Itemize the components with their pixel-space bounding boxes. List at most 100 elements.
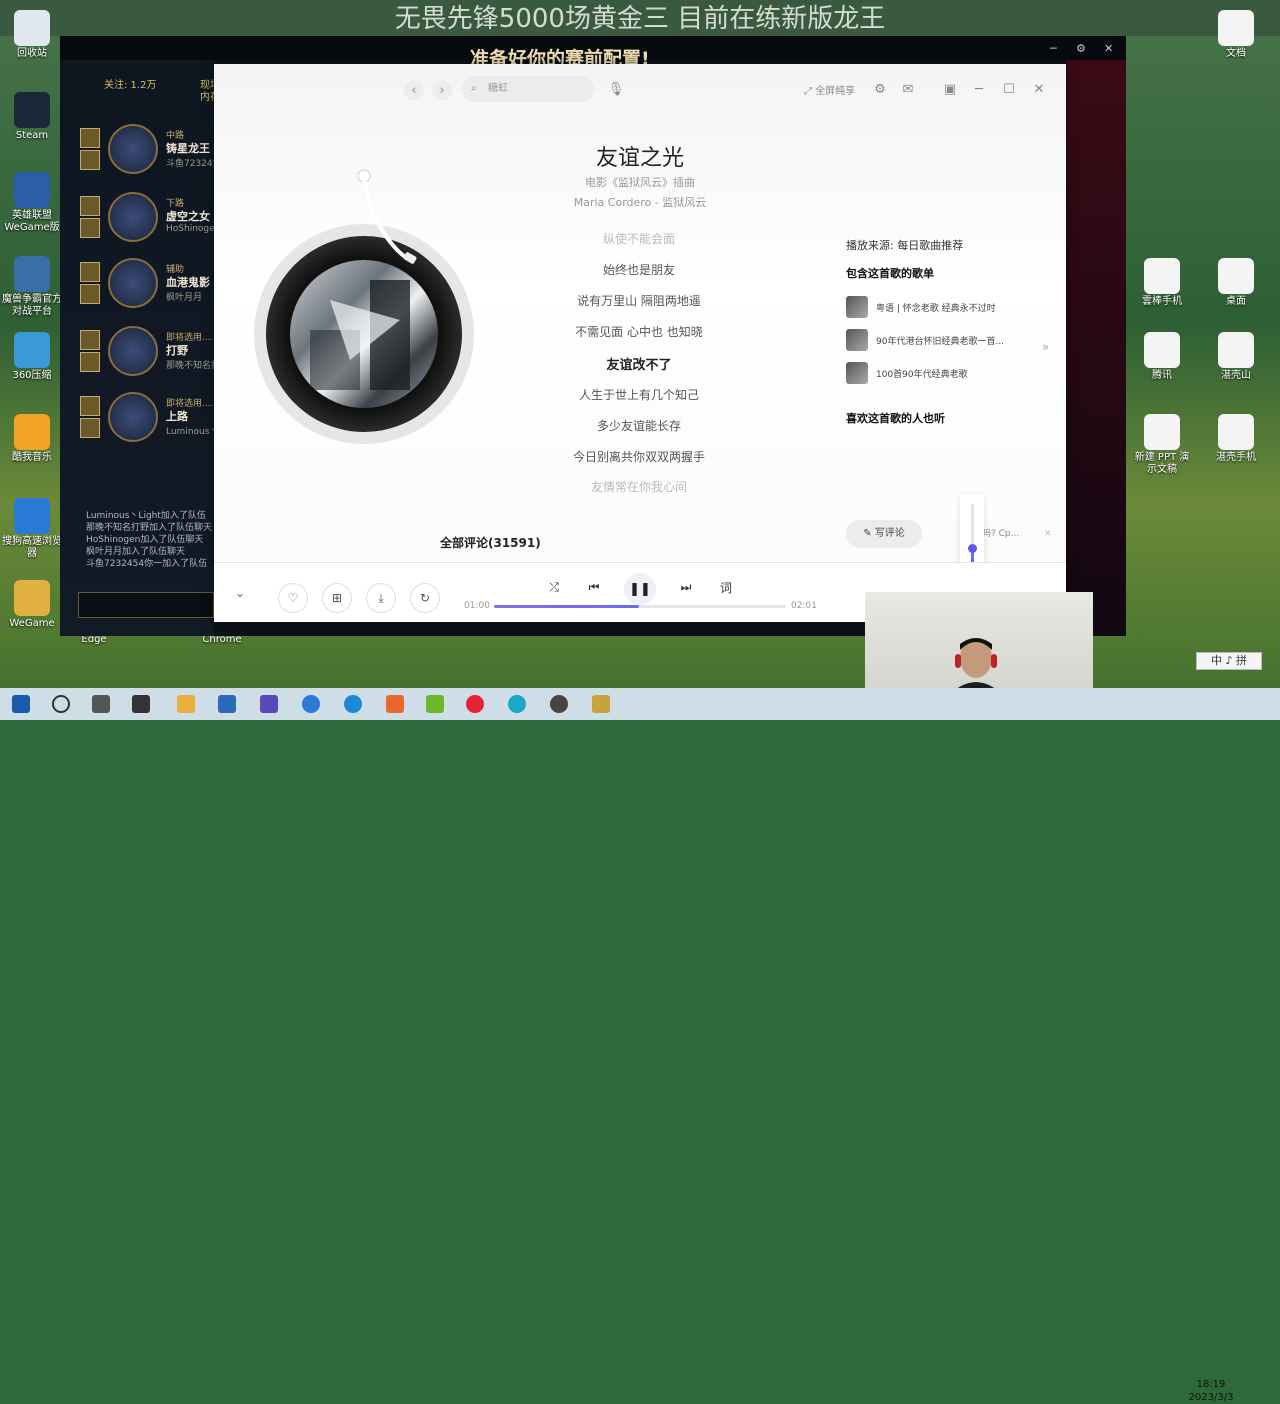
lol-minimize-icon[interactable]: ─ — [1050, 42, 1057, 55]
team-player[interactable]: 中路 铸星龙王 斗鱼7232454 — [80, 124, 222, 186]
obs-icon[interactable] — [550, 695, 568, 713]
share-icon[interactable]: ↻ — [410, 583, 440, 613]
maximize-icon[interactable]: ☐ — [999, 79, 1019, 99]
lyric-line[interactable]: 友情常在你我心间 — [544, 478, 734, 495]
edge-icon[interactable] — [344, 695, 362, 713]
music-player-window: ‹ › ⌕ 糖虹 🎙 ⤢ 全屏纯享 ⚙ ✉ ▣ ─ ☐ ✕ 友谊之光 电影《监狱… — [214, 64, 1066, 622]
shuffle-icon[interactable]: ⤮ — [544, 577, 564, 597]
write-comment-button[interactable]: ✎ 写评论 — [846, 520, 922, 548]
lyric-line[interactable]: 不需见面 心中也 也知晓 — [544, 323, 734, 340]
desktop-icon[interactable]: 湛壳山 — [1206, 332, 1266, 382]
lyric-line[interactable]: 人生于世上有几个知己 — [544, 386, 734, 403]
desktop-icon[interactable]: 回收站 — [2, 10, 62, 60]
song-artist[interactable]: Maria Cordero - 监狱风云 — [214, 194, 1066, 210]
lol-chat-log: Luminous丶Light加入了队伍 那晚不知名打野加入了队伍聊天 HoShi… — [86, 510, 214, 570]
write-comment-label: 写评论 — [874, 528, 905, 539]
microphone-icon[interactable]: 🎙 — [606, 79, 626, 99]
playlist-thumbnail — [846, 329, 868, 351]
lyric-line[interactable]: 今日别离共你双双两握手 — [544, 448, 734, 465]
desktop-icon[interactable]: 桌面 — [1206, 258, 1266, 308]
app-taskbar-icon[interactable] — [260, 695, 278, 713]
start-windows-icon[interactable] — [12, 695, 30, 713]
app-icon — [14, 414, 50, 450]
desktop-icon[interactable]: Steam — [2, 92, 62, 142]
playlist-item[interactable]: 粤语 | 怀念老歌 经典永不过时 — [846, 296, 1026, 320]
desktop-icon[interactable]: WeGame — [2, 580, 62, 630]
team-player[interactable]: 辅助 血港鬼影 枫叶月月 — [80, 258, 220, 320]
playlist-more-icon[interactable]: » — [1042, 340, 1049, 354]
lyric-line[interactable]: 始终也是朋友 — [544, 261, 734, 278]
summoner-spell-icon — [80, 150, 100, 170]
file-icon — [1144, 332, 1180, 368]
progress-bar[interactable] — [494, 605, 786, 608]
lyric-line[interactable]: 纵使不能会面 — [544, 230, 734, 247]
song-subtitle: 电影《监狱风云》插曲 — [585, 176, 695, 189]
desktop-icon[interactable]: 360压缩 — [2, 332, 62, 382]
mail-icon[interactable]: ✉ — [898, 79, 918, 99]
desktop-icon[interactable]: 搜狗高速浏览器 — [2, 498, 62, 560]
chat-line: Luminous丶Light加入了队伍 — [86, 511, 206, 521]
fullscreen-pure-button[interactable]: ⤢ 全屏纯享 — [804, 82, 855, 97]
chat-close-icon[interactable]: ✕ — [1044, 524, 1052, 544]
settings-gear-icon[interactable]: ⚙ — [870, 79, 890, 99]
desktop-icon[interactable]: 魔兽争霸官方对战平台 — [2, 256, 62, 318]
back-arrow-icon[interactable]: ‹ — [404, 80, 424, 100]
close-icon[interactable]: ✕ — [1029, 79, 1049, 99]
app-icon — [14, 580, 50, 616]
calculator-icon[interactable] — [218, 695, 236, 713]
file-explorer-icon[interactable] — [177, 695, 195, 713]
team-player[interactable]: 即将选用......打野那晚不知名打野 — [80, 326, 222, 388]
steam-taskbar-icon[interactable] — [132, 695, 150, 713]
minimize-icon[interactable]: ─ — [969, 79, 989, 99]
ime-indicator[interactable]: 中 ♪ 拼 — [1196, 652, 1262, 670]
search-taskbar-icon[interactable] — [52, 695, 70, 713]
lol-settings-icon[interactable]: ⚙ — [1076, 42, 1086, 55]
team-player[interactable]: 下路 虚空之女 HoShinogen — [80, 192, 220, 254]
lyric-toggle-button[interactable]: 词 — [716, 577, 736, 597]
time-total: 02:01 — [791, 601, 817, 611]
pause-button[interactable]: ❚❚ — [624, 573, 656, 605]
playlist-title: 100首90年代经典老歌 — [876, 370, 968, 380]
lol-chat-input[interactable] — [78, 592, 214, 618]
album-cover[interactable] — [290, 260, 438, 408]
next-track-icon[interactable]: ⏭ — [676, 577, 696, 597]
desktop-icon[interactable]: 新建 PPT 演示文稿 — [1132, 414, 1192, 476]
summoner-spell-icon — [80, 196, 100, 216]
playlist-item[interactable]: 100首90年代经典老歌 — [846, 362, 1026, 386]
collapse-chevron-icon[interactable]: ⌄ — [230, 583, 250, 603]
overlay-stats-left: 关注: 1.2万 — [104, 80, 156, 92]
lol-close-icon[interactable]: ✕ — [1104, 42, 1113, 55]
desktop-icon[interactable]: 酷我音乐 — [2, 414, 62, 464]
lyric-line[interactable]: 多少友谊能长存 — [544, 417, 734, 434]
lyric-line-current[interactable]: 友谊改不了 — [544, 354, 734, 373]
desktop-icon[interactable]: 文档 — [1206, 10, 1266, 60]
team-player[interactable]: 即将选用......上路Luminous丶Light — [80, 392, 222, 454]
desktop-icon[interactable]: 雲棒手机 — [1132, 258, 1192, 308]
previous-track-icon[interactable]: ⏮ — [584, 577, 604, 597]
playlist-item[interactable]: 90年代港台怀旧经典老歌一首... — [846, 329, 1026, 353]
system-clock[interactable]: 18:19 2023/3/3 — [1186, 1378, 1236, 1404]
game-taskbar-icon[interactable] — [386, 695, 404, 713]
all-comments-link[interactable]: 全部评论(31591) — [440, 534, 541, 551]
search-input[interactable]: ⌕ 糖虹 — [462, 76, 594, 102]
desktop-icon[interactable]: 腾讯 — [1132, 332, 1192, 382]
like-heart-icon[interactable]: ♡ — [278, 583, 308, 613]
mini-mode-icon[interactable]: ▣ — [940, 79, 960, 99]
desktop-icon-label: 酷我音乐 — [12, 452, 52, 463]
summoner-spell-icon — [80, 418, 100, 438]
edge2-icon[interactable] — [508, 695, 526, 713]
volume-knob[interactable] — [968, 543, 977, 553]
desktop-icon[interactable]: 英雄联盟WeGame版 — [2, 172, 62, 234]
add-to-playlist-icon[interactable]: ⊞ — [322, 583, 352, 613]
app2-taskbar-icon[interactable] — [426, 695, 444, 713]
forward-arrow-icon[interactable]: › — [432, 80, 452, 100]
sogou-browser-icon[interactable] — [302, 695, 320, 713]
lyric-line[interactable]: 说有万里山 隔阻两地遥 — [544, 292, 734, 309]
lol-taskbar-icon[interactable] — [592, 695, 610, 713]
file-icon — [1144, 414, 1180, 450]
netease-music-icon[interactable] — [466, 695, 484, 713]
task-view-icon[interactable] — [92, 695, 110, 713]
player-champion: 打野 — [166, 344, 188, 357]
download-icon[interactable]: ⤓ — [366, 583, 396, 613]
desktop-icon[interactable]: 湛壳手机 — [1206, 414, 1266, 464]
